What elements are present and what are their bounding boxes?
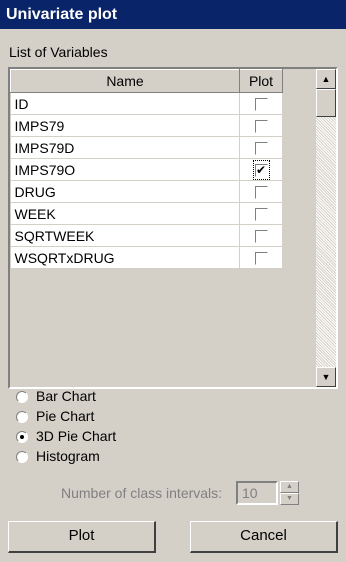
plot-checkbox[interactable]	[254, 98, 268, 112]
list-item[interactable]: IMPS79O	[10, 158, 283, 181]
spin-up-icon[interactable]: ▲	[280, 481, 299, 493]
variable-name: WSQRTxDRUG	[10, 246, 240, 269]
variable-name: ID	[10, 92, 240, 115]
radio-label: Pie Chart	[36, 408, 95, 424]
arrow-up-icon[interactable]: ▲	[316, 69, 336, 89]
variables-table: Name Plot IDIMPS79IMPS79DIMPS79ODRUGWEEK…	[10, 69, 283, 269]
variables-list-area: Name Plot IDIMPS79IMPS79DIMPS79ODRUGWEEK…	[10, 69, 316, 387]
cancel-button[interactable]: Cancel	[190, 521, 338, 553]
plot-cell	[239, 114, 283, 137]
chart-type-option[interactable]: Pie Chart	[16, 408, 94, 428]
plot-checkbox[interactable]	[254, 208, 268, 222]
plot-cell	[239, 180, 283, 203]
column-header-name[interactable]: Name	[10, 69, 240, 93]
plot-cell	[239, 224, 283, 247]
plot-checkbox[interactable]	[254, 120, 268, 134]
variables-list[interactable]: Name Plot IDIMPS79IMPS79DIMPS79ODRUGWEEK…	[8, 67, 338, 389]
plot-cell	[239, 158, 283, 181]
spin-down-icon[interactable]: ▼	[280, 493, 299, 505]
plot-checkbox[interactable]	[254, 186, 268, 200]
list-item[interactable]: WSQRTxDRUG	[10, 246, 283, 269]
radio-button[interactable]	[16, 431, 28, 444]
radio-button[interactable]	[16, 391, 28, 404]
variable-name: IMPS79O	[10, 158, 240, 181]
plot-cell	[239, 136, 283, 159]
plot-checkbox[interactable]	[254, 252, 268, 266]
chart-type-option[interactable]: Histogram	[16, 448, 100, 468]
plot-checkbox[interactable]	[254, 164, 268, 178]
focus-outline	[252, 159, 270, 180]
list-item[interactable]: SQRTWEEK	[10, 224, 283, 247]
class-intervals-label: Number of class intervals:	[61, 485, 223, 501]
list-item[interactable]: IMPS79D	[10, 136, 283, 159]
column-header-plot[interactable]: Plot	[239, 69, 283, 93]
plot-cell	[239, 202, 283, 225]
variable-name: WEEK	[10, 202, 240, 225]
radio-button[interactable]	[16, 411, 28, 424]
variable-name: IMPS79	[10, 114, 240, 137]
chart-type-option[interactable]: Bar Chart	[16, 388, 96, 408]
radio-label: Bar Chart	[36, 388, 96, 404]
chart-type-option[interactable]: 3D Pie Chart	[16, 428, 116, 448]
list-item[interactable]: IMPS79	[10, 114, 283, 137]
radio-button[interactable]	[16, 451, 28, 464]
plot-cell	[239, 92, 283, 115]
list-item[interactable]: DRUG	[10, 180, 283, 203]
variable-name: DRUG	[10, 180, 240, 203]
variable-name: IMPS79D	[10, 136, 240, 159]
list-caption: List of Variables	[9, 44, 108, 60]
radio-label: Histogram	[36, 448, 100, 464]
scrollbar-thumb[interactable]	[316, 89, 336, 117]
dialog-title: Univariate plot	[0, 0, 346, 29]
plot-checkbox[interactable]	[254, 230, 268, 244]
list-item[interactable]: ID	[10, 92, 283, 115]
radio-label: 3D Pie Chart	[36, 428, 117, 444]
plot-checkbox[interactable]	[254, 142, 268, 156]
vertical-scrollbar[interactable]: ▲ ▼	[316, 69, 336, 387]
list-item[interactable]: WEEK	[10, 202, 283, 225]
variable-name: SQRTWEEK	[10, 224, 240, 247]
arrow-down-icon[interactable]: ▼	[316, 367, 336, 387]
class-intervals-input[interactable]	[236, 481, 278, 505]
plot-cell	[239, 246, 283, 269]
plot-button[interactable]: Plot	[8, 521, 156, 553]
